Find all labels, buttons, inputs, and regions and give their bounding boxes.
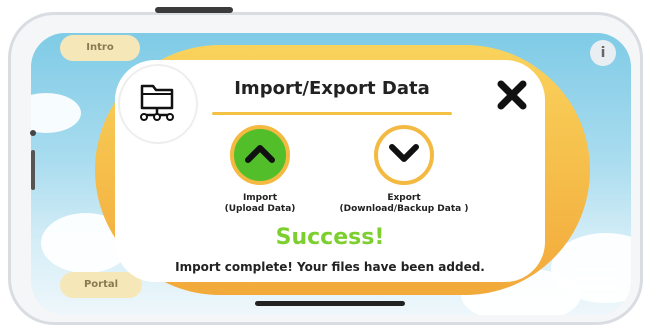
chevron-up-icon xyxy=(245,145,275,163)
power-button xyxy=(155,7,233,13)
intro-button[interactable]: Intro xyxy=(60,35,140,61)
home-indicator[interactable] xyxy=(255,301,405,306)
volume-button xyxy=(31,150,35,190)
chevron-down-icon xyxy=(389,144,419,162)
hamburger-menu-icon[interactable] xyxy=(575,262,617,295)
folder-network-icon xyxy=(120,66,196,142)
import-button[interactable] xyxy=(230,125,290,185)
import-label: Import (Upload Data) xyxy=(224,193,296,214)
status-message: Import complete! Your files have been ad… xyxy=(175,260,485,274)
dialog-title: Import/Export Data xyxy=(234,78,430,99)
close-x-icon xyxy=(497,80,527,110)
title-underline xyxy=(212,112,452,115)
export-button[interactable] xyxy=(374,125,434,185)
export-label: Export (Download/Backup Data ) xyxy=(339,193,469,214)
camera-dot xyxy=(30,130,36,136)
info-icon[interactable]: i xyxy=(590,40,616,66)
portal-button[interactable]: Portal xyxy=(60,272,142,298)
status-text: Success! xyxy=(275,225,385,250)
close-button[interactable] xyxy=(496,80,528,110)
cloud xyxy=(31,93,81,133)
